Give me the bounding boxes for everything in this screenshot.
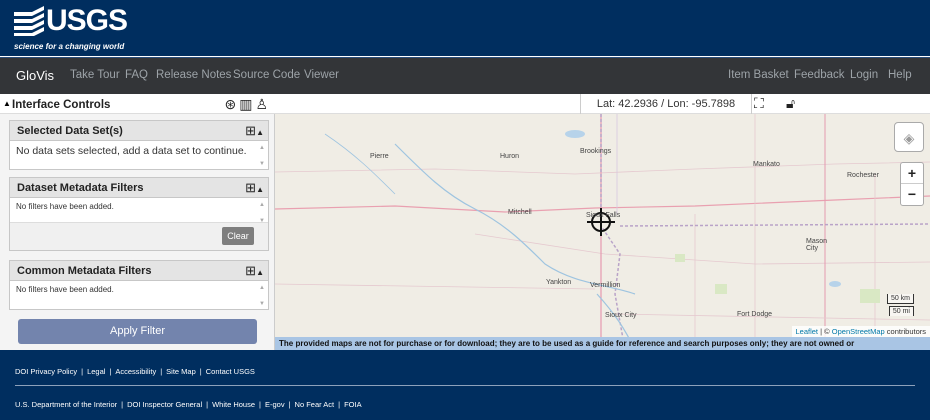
usgs-banner: USGS science for a changing world (0, 0, 930, 56)
add-filter-icon[interactable]: ⊞ (245, 180, 256, 195)
attribution-separator: | © (818, 327, 832, 336)
map-city-label: Mankato (753, 161, 780, 168)
nav-release-notes[interactable]: Release Notes (156, 69, 231, 81)
common-filters-body: No filters have been added. ▲ ▼ (10, 281, 268, 308)
chart-icon[interactable]: ▥ (239, 96, 255, 112)
dataset-filters-footer: Clear (10, 223, 268, 250)
openstreetmap-link[interactable]: OpenStreetMap (832, 327, 885, 336)
leaflet-link[interactable]: Leaflet (796, 327, 819, 336)
nav-take-tour[interactable]: Take Tour (70, 69, 120, 81)
nav-source-code[interactable]: Source Code (233, 69, 300, 81)
scroll-arrows-icon[interactable]: ▲ ▼ (259, 144, 265, 168)
map-city-label: Fort Dodge (737, 311, 773, 318)
common-filters-message: No filters have been added. (16, 285, 114, 294)
map-city-label: Sioux City (605, 312, 637, 319)
footer-link-accessibility[interactable]: Accessibility (115, 367, 156, 376)
collapse-triangle-icon[interactable]: ▲ (3, 99, 11, 108)
dataset-metadata-filters-panel: Dataset Metadata Filters ⊞▲ No filters h… (9, 177, 269, 251)
dataset-filter-controls: ⊞▲ (245, 180, 264, 196)
map-city-label: Huron (500, 153, 520, 160)
map-city-label: Sioux Falls (586, 212, 621, 219)
site-footer: DOI Privacy Policy | Legal | Accessibility | S… (0, 350, 930, 420)
add-dataset-icon[interactable]: ⊞ (245, 123, 256, 138)
interface-controls-sidebar: Selected Data Set(s) ⊞▲ No data sets sel… (0, 114, 275, 350)
add-collapse-controls: ⊞▲ (245, 123, 264, 139)
nav-item-basket[interactable]: Item Basket (728, 69, 789, 81)
coordinate-bar: Lat: 42.2936 / Lon: -95.7898 ⛶ 🔓︎ (275, 94, 930, 114)
footer-link-privacy[interactable]: DOI Privacy Policy (15, 367, 77, 376)
map-city-label: Vermillion (590, 282, 621, 289)
map-city-label: Pierre (370, 153, 389, 160)
nav-brand-glovis[interactable]: GloVis (16, 68, 54, 83)
interface-controls-title[interactable]: Interface Controls (12, 99, 110, 111)
interface-controls-header: ▲ Interface Controls ⊛▥♙ (0, 94, 275, 114)
zoom-in-button[interactable]: + (901, 163, 923, 184)
logo-wordmark: USGS (46, 4, 128, 37)
layers-icon[interactable]: ◈ (894, 122, 924, 152)
map-city-label: Yankton (546, 279, 572, 286)
steering-wheel-icon[interactable]: ⊛ (224, 96, 239, 112)
dataset-filters-message: No filters have been added. (16, 202, 114, 211)
dataset-filters-header: Dataset Metadata Filters ⊞▲ (10, 178, 268, 198)
selected-datasets-title: Selected Data Set(s) (17, 125, 123, 137)
dataset-filters-title: Dataset Metadata Filters (17, 182, 144, 194)
clear-button[interactable]: Clear (222, 227, 254, 245)
add-filter-icon[interactable]: ⊞ (245, 263, 256, 278)
map-view[interactable]: Pierre Huron Brookings Mankato Rochester… (275, 114, 930, 350)
footer-divider (15, 385, 915, 386)
nav-login[interactable]: Login (850, 69, 878, 81)
nav-faq[interactable]: FAQ (125, 69, 148, 81)
scroll-arrows-icon[interactable]: ▲ ▼ (259, 284, 265, 308)
scale-bar-mi: 50 mi (888, 306, 914, 316)
scale-bar-km: 50 km (886, 294, 914, 304)
user-settings-icon[interactable]: ♙ (255, 96, 271, 112)
common-filter-controls: ⊞▲ (245, 263, 264, 279)
footer-link-contact[interactable]: Contact USGS (206, 367, 255, 376)
usgs-logo[interactable]: USGS science for a changing world (14, 4, 128, 51)
nav-feedback[interactable]: Feedback (794, 69, 845, 81)
zoom-out-button[interactable]: − (901, 184, 923, 205)
footer-link-inspector-general[interactable]: DOI Inspector General (127, 400, 202, 409)
collapse-icon[interactable]: ▲ (256, 128, 264, 137)
footer-link-egov[interactable]: E-gov (265, 400, 285, 409)
unlock-icon[interactable]: 🔓︎ (786, 95, 795, 112)
lat-lon-readout: Lat: 42.2936 / Lon: -95.7898 (580, 94, 752, 114)
map-pin-icon[interactable]: ⛶ (754, 95, 764, 112)
selected-datasets-panel: Selected Data Set(s) ⊞▲ No data sets sel… (9, 120, 269, 170)
common-filters-title: Common Metadata Filters (17, 265, 152, 277)
common-filters-header: Common Metadata Filters ⊞▲ (10, 261, 268, 281)
map-city-label: Mason City (806, 238, 828, 252)
footer-link-foia[interactable]: FOIA (344, 400, 362, 409)
map-city-label: Mitchell (508, 209, 532, 216)
apply-filter-button[interactable]: Apply Filter (18, 319, 257, 344)
controls-icon-group: ⊛▥♙ (224, 96, 271, 113)
footer-link-no-fear-act[interactable]: No Fear Act (295, 400, 335, 409)
common-metadata-filters-panel: Common Metadata Filters ⊞▲ No filters ha… (9, 260, 269, 310)
scroll-arrows-icon[interactable]: ▲ ▼ (259, 201, 265, 225)
attribution-contributors: contributors (884, 327, 926, 336)
map-city-label: Brookings (580, 148, 612, 155)
logo-tagline: science for a changing world (14, 42, 125, 51)
footer-link-legal[interactable]: Legal (87, 367, 105, 376)
footer-link-site-map[interactable]: Site Map (166, 367, 196, 376)
nav-help[interactable]: Help (888, 69, 912, 81)
footer-link-white-house[interactable]: White House (212, 400, 255, 409)
footer-links-row2: U.S. Department of the Interior | DOI Insp… (15, 400, 362, 409)
usgs-wave-icon (14, 6, 44, 41)
selected-datasets-body: No data sets selected, add a data set to… (10, 141, 268, 167)
zoom-control: + − (900, 162, 924, 206)
map-city-label: Rochester (847, 172, 879, 179)
map-disclaimer: The provided maps are not for purchase o… (275, 337, 930, 350)
footer-links-row1: DOI Privacy Policy | Legal | Accessibility | S… (15, 367, 255, 376)
main-navbar: GloVis Take Tour FAQ Release Notes Sourc… (0, 57, 930, 94)
collapse-icon[interactable]: ▲ (256, 268, 264, 277)
dataset-filters-body: No filters have been added. ▲ ▼ (10, 198, 268, 225)
selected-datasets-message: No data sets selected, add a data set to… (16, 145, 247, 157)
map-attribution: Leaflet | © OpenStreetMap contributors (791, 326, 930, 337)
selected-datasets-header: Selected Data Set(s) ⊞▲ (10, 121, 268, 141)
collapse-icon[interactable]: ▲ (256, 185, 264, 194)
footer-link-doi[interactable]: U.S. Department of the Interior (15, 400, 117, 409)
nav-viewer[interactable]: Viewer (304, 69, 339, 81)
